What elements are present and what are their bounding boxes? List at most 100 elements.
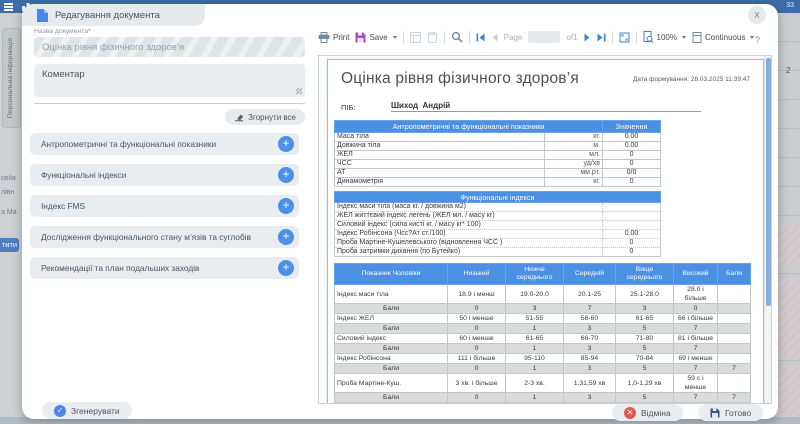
section-label: Функціональні індекси — [41, 170, 126, 180]
fit-page-icon[interactable] — [619, 32, 630, 43]
table-row: ЖЕЛ життєвий індекс легень (ЖЕЛ мл. / ма… — [335, 212, 661, 221]
required-asterisk: * — [88, 28, 91, 35]
expand-plus-icon[interactable]: + — [278, 136, 294, 152]
print-button[interactable]: Print — [318, 32, 349, 43]
table-row: ЧСС уд/хв 0 — [335, 160, 661, 169]
background-text-fragments: овіївлівна Ма — [1, 172, 17, 220]
background-text-fragment: овіїв — [1, 172, 17, 186]
table-header: Середній — [564, 264, 616, 285]
section-label: Індекс FMS — [41, 201, 85, 211]
table-row: Динамометрія кг. 0 — [335, 178, 661, 187]
collapsible-section[interactable]: Дослідження функціонального стану м’язів… — [30, 226, 299, 248]
scrollbar-thumb[interactable] — [766, 58, 771, 306]
generate-button[interactable]: ✓ Згенерувати — [42, 402, 132, 419]
striped-row — [778, 280, 800, 360]
pib-value: Шиход Андрій — [391, 101, 701, 112]
collapsible-section[interactable]: Антропометричні та функціональні показни… — [30, 133, 299, 155]
done-button[interactable]: Готово — [698, 404, 763, 421]
table-row: Силовий індекс (сила кисті кг. / масу кг… — [335, 221, 661, 230]
background-cell-fragment: 2 — [786, 66, 790, 75]
save-button[interactable]: Save — [355, 32, 396, 43]
name-label: Назва документа* — [34, 28, 305, 35]
zoom-select[interactable]: 100% — [643, 31, 686, 43]
table-header: Високий — [674, 264, 718, 285]
scrollbar[interactable] — [764, 56, 771, 403]
close-button[interactable]: X — [748, 6, 766, 24]
expand-plus-icon[interactable]: + — [278, 167, 294, 183]
indices-table: Функціональні індекси Індекс маси тіла (… — [334, 191, 661, 257]
page-zoom-icon — [643, 31, 654, 43]
expand-plus-icon[interactable]: + — [278, 198, 294, 214]
first-page-button[interactable] — [476, 33, 485, 42]
table-header: Значення — [603, 121, 661, 133]
collapsible-section[interactable]: Індекс FMS + — [30, 195, 299, 217]
save-icon — [355, 32, 366, 43]
modal-title: Редагування документа — [55, 10, 160, 21]
table-row: Силовий індекс60 і менше61-6566-7071-808… — [335, 334, 751, 344]
document-title: Оцінка рівня фізичного здоров’я — [341, 70, 579, 88]
table-row: Проба Мартіне-Куш.3 хв. і більше2-3 хв.1… — [335, 374, 751, 393]
toolbar-separator — [403, 31, 404, 44]
page-count: of1 — [566, 33, 577, 42]
table-row: Бали01357 — [335, 344, 751, 354]
next-page-button[interactable] — [584, 33, 591, 42]
toolbar-separator — [612, 31, 613, 44]
striped-row — [778, 365, 800, 424]
chevron-down-icon — [682, 36, 686, 39]
document-icon — [37, 9, 48, 22]
table-row: Бали03730 — [335, 304, 751, 314]
form-panel: Назва документа* Згорнути все Антропомет… — [34, 28, 305, 288]
background-page-right: 2 — [778, 13, 800, 424]
toolbar-separator — [444, 31, 445, 44]
table-row: Бали01357 — [335, 324, 751, 334]
anthropometric-table: Антропометричні та функціональні показни… — [334, 120, 661, 187]
table-header: Антропометричні та функціональні показни… — [335, 121, 603, 133]
view-mode-select[interactable]: Continuous — [692, 32, 754, 43]
viewer-toolbar: Print Save — [318, 27, 754, 47]
table-row: Індекс ЖЕЛ50 і менше51-5556-6061-6566 і … — [335, 314, 751, 324]
table-header: Нижче середнього — [506, 264, 564, 285]
eraser-icon — [234, 113, 244, 122]
screen: 33 Персональна інформація овіївлівна Ма … — [0, 0, 800, 424]
divider — [34, 103, 305, 104]
page-number-input[interactable] — [528, 31, 560, 43]
parameters-icon — [427, 32, 438, 43]
form-sections: Антропометричні та функціональні показни… — [30, 133, 299, 279]
expand-plus-icon[interactable]: + — [278, 260, 294, 276]
preview-container: Оцінка рівня фізичного здоров’я Дата фор… — [318, 55, 772, 404]
page-label: Page — [504, 33, 523, 42]
document-name-input[interactable] — [34, 37, 305, 57]
table-row: Бали013577 — [335, 364, 751, 374]
collapse-all-button[interactable]: Згорнути все — [225, 109, 305, 125]
striped-row — [778, 225, 800, 265]
personal-info-tab-label: Персональна інформація — [7, 38, 16, 118]
modal-header: Редагування документа — [22, 4, 205, 26]
table-header: Показник Чоловіки — [335, 264, 448, 285]
collapsible-section[interactable]: Функціональні індекси + — [30, 164, 299, 186]
search-icon[interactable] — [451, 31, 463, 43]
table-row: Довжина тіла м. 0.00 — [335, 142, 661, 151]
table-row: Маса тіла кг. 0.00 — [335, 133, 661, 142]
comment-input[interactable] — [34, 64, 305, 97]
cancel-icon: ✕ — [624, 407, 636, 419]
table-header: Низький — [448, 264, 506, 285]
table-row: Індекс Робінсона (Чсс?Ат ст./100) 0.00 — [335, 230, 661, 239]
last-page-button[interactable] — [597, 33, 606, 42]
resize-handle-icon[interactable] — [296, 88, 302, 94]
table-row: Індекс Робінсона111 і більше95-11085-947… — [335, 354, 751, 364]
section-label: Рекомендації та план подальших заходів — [41, 263, 199, 273]
background-text-fragment: лівн — [1, 186, 17, 200]
pib-label: ПІБ: — [341, 103, 391, 112]
menu-icon[interactable] — [4, 3, 13, 12]
document-page: Оцінка рівня фізичного здоров’я Дата фор… — [327, 59, 764, 404]
help-button[interactable]: ? — [755, 35, 760, 45]
personal-info-tab[interactable]: Персональна інформація — [2, 28, 21, 128]
notification-count: 33 — [786, 2, 794, 9]
chevron-down-icon — [393, 36, 397, 39]
cancel-button[interactable]: ✕ Відміна — [612, 404, 683, 421]
toolbar-separator — [469, 31, 470, 44]
expand-plus-icon[interactable]: + — [278, 229, 294, 245]
collapsible-section[interactable]: Рекомендації та план подальших заходів + — [30, 257, 299, 279]
table-row: Проба Мартіне-Кушелевського (відновлення… — [335, 239, 661, 248]
printer-icon — [318, 32, 330, 43]
